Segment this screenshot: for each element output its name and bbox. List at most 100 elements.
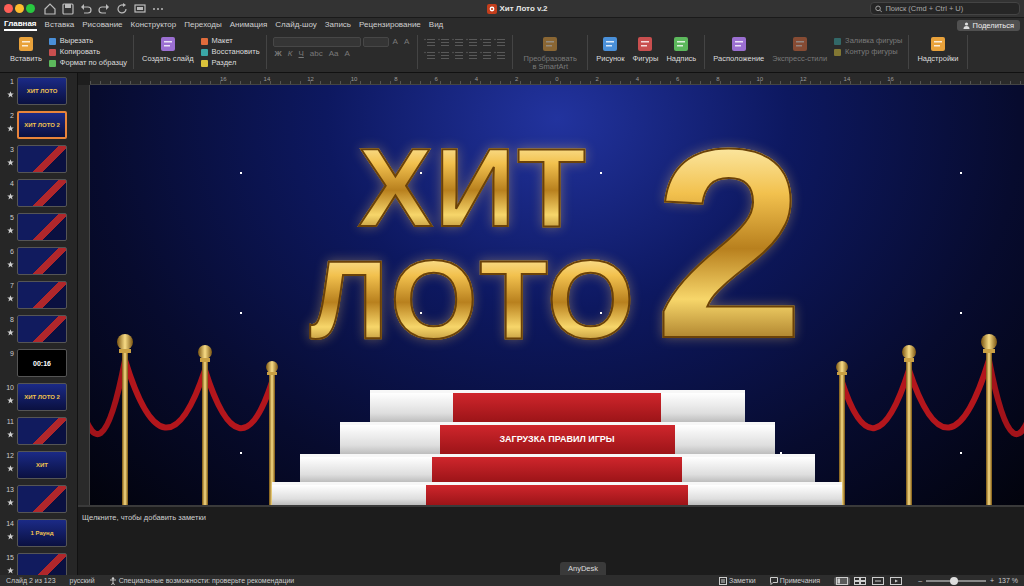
slide-thumbnail[interactable]: 1 Раунд [17, 519, 67, 547]
thumbnail-item[interactable]: 12ХИТ [0, 451, 77, 485]
zoom-value[interactable]: 137 % [998, 577, 1018, 584]
slide-thumbnail[interactable]: ХИТ ЛОТО 2 [17, 383, 67, 411]
zoom-slider-thumb[interactable] [950, 577, 958, 585]
ribbon-button[interactable]: Надпись [664, 35, 698, 63]
ribbon-button[interactable]: Фигуры [631, 35, 661, 63]
view-button[interactable] [870, 577, 886, 585]
ribbon-tab[interactable]: Рисование [82, 20, 122, 31]
slideshow-icon[interactable] [133, 2, 147, 16]
slide-thumbnail[interactable] [17, 315, 67, 343]
ribbon-button[interactable]: Рисунок [594, 35, 626, 63]
button-label: Восстановить [212, 48, 260, 56]
notes-pane[interactable]: Щелкните, чтобы добавить заметки AnyDesk [78, 505, 1024, 575]
animation-marker [7, 294, 14, 302]
ribbon-tab[interactable]: Рецензирование [359, 20, 421, 31]
ribbon-tab[interactable]: Вид [429, 20, 443, 31]
ribbon-button[interactable]: Макет [200, 36, 260, 46]
ribbon-button[interactable]: Формат по образцу [48, 58, 127, 68]
zoom-in-button[interactable]: + [990, 577, 994, 584]
thumbnail-item[interactable]: 4 [0, 179, 77, 213]
accessibility-check[interactable]: Специальные возможности: проверьте реком… [109, 577, 295, 585]
paragraph-format-icon [466, 50, 478, 61]
slide-thumbnail[interactable] [17, 213, 67, 241]
view-button[interactable] [834, 577, 850, 585]
close-button[interactable] [4, 4, 13, 13]
zoom-out-button[interactable]: – [918, 577, 922, 584]
accessibility-icon [109, 577, 117, 585]
anydesk-tab[interactable]: AnyDesk [560, 562, 606, 575]
ribbon-button[interactable]: Надстройки [915, 35, 960, 63]
font-row: ЖКЧabcAaA [273, 49, 412, 59]
slide-number: 10 [6, 384, 14, 391]
zoom-slider[interactable] [926, 580, 986, 582]
slide-thumbnail[interactable]: 00:16 [17, 349, 67, 377]
thumbnail-item[interactable]: 11 [0, 417, 77, 451]
slide-thumbnail[interactable]: ХИТ ЛОТО [17, 77, 67, 105]
view-button[interactable] [888, 577, 904, 585]
window-buttons [4, 4, 35, 13]
slide-thumbnail[interactable] [17, 417, 67, 445]
button-icon [730, 35, 748, 53]
slide-thumbnail[interactable] [17, 179, 67, 207]
ribbon-column: Фигуры [631, 35, 661, 63]
thumbnail-item[interactable]: 6 [0, 247, 77, 281]
thumbnail-item[interactable]: 900:16 [0, 349, 77, 383]
thumbnail-item[interactable]: 10ХИТ ЛОТО 2 [0, 383, 77, 417]
more-icon[interactable] [151, 2, 165, 16]
slide-number: 3 [10, 146, 14, 153]
slide-thumbnail[interactable]: ХИТ ЛОТО 2 [17, 111, 67, 139]
refresh-icon[interactable] [115, 2, 129, 16]
comments-toggle[interactable]: Примечания [770, 577, 820, 585]
ribbon-column: Заливка фигурыКонтур фигуры [833, 35, 902, 57]
undo-icon[interactable] [79, 2, 93, 16]
button-icon [48, 59, 57, 68]
ribbon-tab[interactable]: Переходы [184, 20, 222, 31]
podium-step [272, 482, 842, 505]
slide-number: 4 [10, 180, 14, 187]
ribbon-tab[interactable]: Запись [325, 20, 351, 31]
zoom-button[interactable] [26, 4, 35, 13]
thumbnail-item[interactable]: 7 [0, 281, 77, 315]
ribbon-button[interactable]: Вырезать [48, 36, 127, 46]
thumbnail-item[interactable]: 5 [0, 213, 77, 247]
ribbon-group: Преобразовать в SmartArt [513, 35, 588, 70]
slide-thumbnail[interactable] [17, 281, 67, 309]
button-label: Надстройки [917, 55, 958, 63]
thumbnail-item[interactable]: 8 [0, 315, 77, 349]
ribbon-tab[interactable]: Слайд-шоу [275, 20, 316, 31]
home-icon[interactable] [43, 2, 57, 16]
ribbon-tab[interactable]: Главная [4, 19, 37, 32]
save-icon[interactable] [61, 2, 75, 16]
slide-thumbnail[interactable] [17, 553, 67, 575]
minimize-button[interactable] [15, 4, 24, 13]
thumbnail-item[interactable]: 15 [0, 553, 77, 575]
search-icon [875, 5, 882, 13]
ribbon-tab[interactable]: Конструктор [131, 20, 177, 31]
language[interactable]: русский [70, 577, 95, 584]
ribbon-button[interactable]: Создать слайд [140, 35, 195, 63]
notes-placeholder[interactable]: Щелкните, чтобы добавить заметки [82, 513, 1020, 522]
font-format-button: Ж [273, 49, 284, 59]
share-button[interactable]: Поделиться [957, 20, 1020, 31]
thumbnail-item[interactable]: 1ХИТ ЛОТО [0, 77, 77, 111]
ribbon-tab[interactable]: Анимация [230, 20, 268, 31]
slide-thumbnail[interactable] [17, 247, 67, 275]
view-button[interactable] [852, 577, 868, 585]
ribbon-button[interactable]: Копировать [48, 47, 127, 57]
thumbnail-item[interactable]: 13 [0, 485, 77, 519]
ribbon-tab[interactable]: Вставка [45, 20, 75, 31]
thumbnail-item[interactable]: 2ХИТ ЛОТО 2 [0, 111, 77, 145]
ribbon-button[interactable]: Расположение [711, 35, 766, 63]
ribbon-button[interactable]: Раздел [200, 58, 260, 68]
ribbon-button[interactable]: Восстановить [200, 47, 260, 57]
thumbnail-item[interactable]: 141 Раунд [0, 519, 77, 553]
ribbon-group: РасположениеЭкспресс-стилиЗаливка фигуры… [705, 35, 909, 69]
notes-toggle[interactable]: Заметки [719, 577, 756, 585]
thumbnail-item[interactable]: 3 [0, 145, 77, 179]
slide-thumbnail[interactable] [17, 485, 67, 513]
ribbon-button[interactable]: Вставить [8, 35, 44, 63]
search-input[interactable] [885, 3, 1015, 14]
slide-thumbnail[interactable] [17, 145, 67, 173]
redo-icon[interactable] [97, 2, 111, 16]
slide-thumbnail[interactable]: ХИТ [17, 451, 67, 479]
